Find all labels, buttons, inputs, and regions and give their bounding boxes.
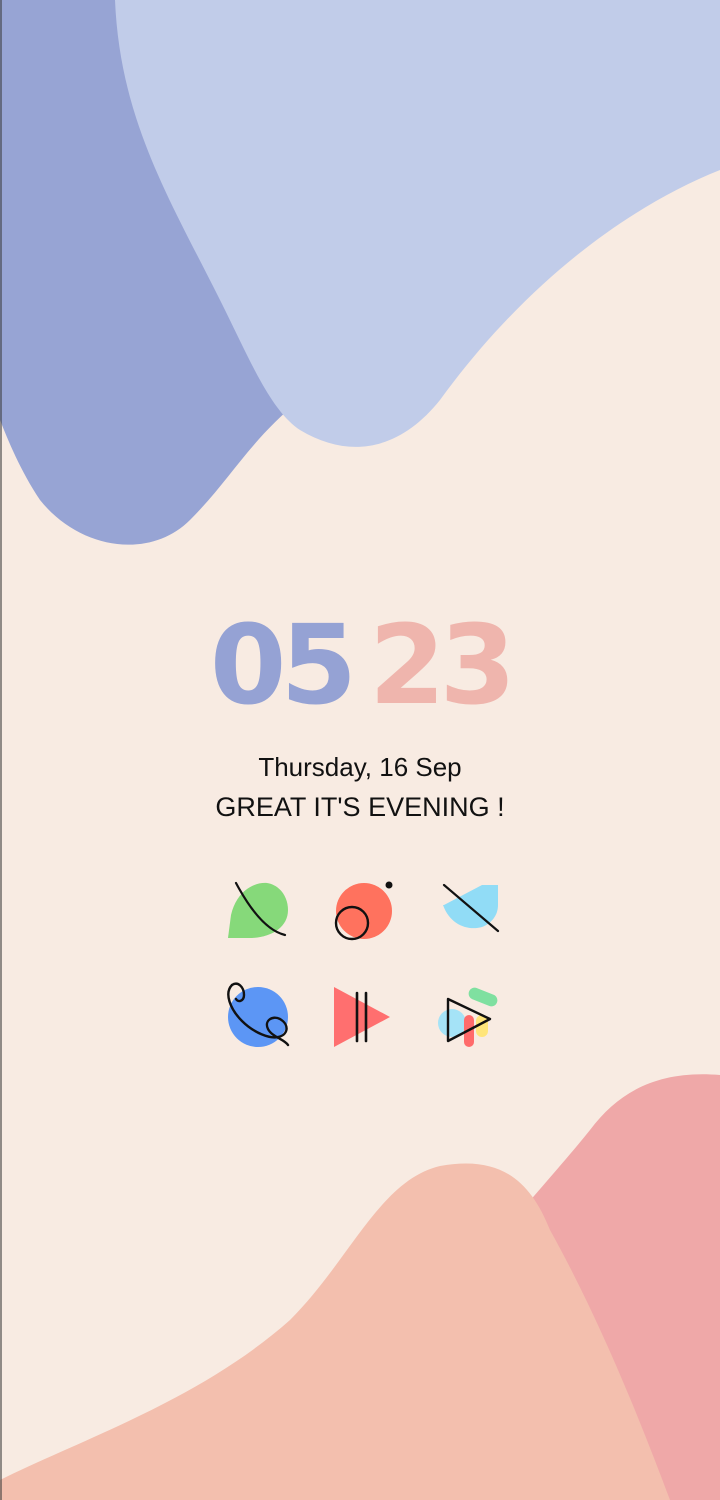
app-leaf[interactable] (222, 875, 292, 945)
greeting-label: GREAT IT'S EVENING ! (215, 792, 505, 822)
clock-hours: 05 (209, 601, 357, 729)
app-camera[interactable] (326, 875, 396, 945)
app-icon-grid (222, 875, 502, 1049)
app-media[interactable] (326, 979, 396, 1049)
play-store-icon (438, 987, 498, 1047)
camera-dot-icon (334, 881, 393, 941)
phone-icon (227, 982, 290, 1047)
date-label: Thursday, 16 Sep (258, 752, 462, 782)
app-play-store[interactable] (430, 979, 500, 1049)
clock-minutes: 23 (369, 601, 516, 729)
app-phone[interactable] (222, 979, 292, 1049)
clock-widget[interactable]: 05 23 (0, 610, 720, 720)
play-pause-icon (334, 987, 390, 1047)
half-circle-slash-icon (442, 883, 500, 933)
leaf-icon (228, 881, 288, 938)
app-half-circle[interactable] (430, 875, 500, 945)
wallpaper-background (0, 0, 720, 1500)
